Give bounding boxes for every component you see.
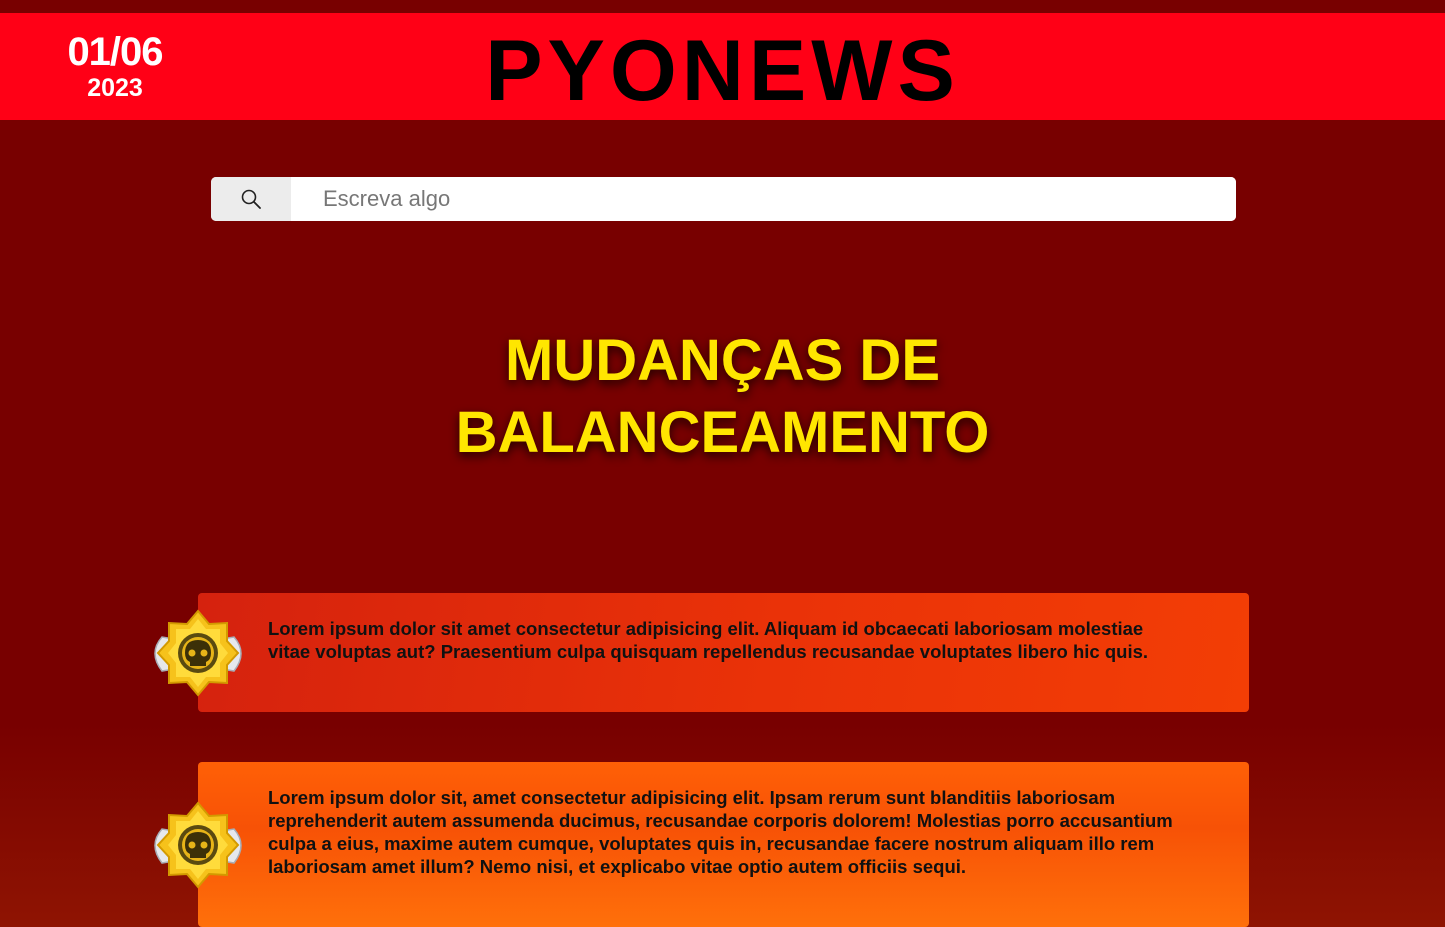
search-button[interactable] bbox=[211, 177, 291, 221]
star-badge-skull-icon bbox=[154, 801, 242, 889]
search-icon bbox=[241, 189, 261, 209]
title-line-1: MUDANÇAS DE bbox=[505, 328, 940, 393]
star-badge-skull-icon bbox=[154, 609, 242, 697]
news-card[interactable]: Lorem ipsum dolor sit amet consectetur a… bbox=[198, 593, 1249, 712]
search-input[interactable] bbox=[291, 177, 1236, 221]
news-card[interactable]: Lorem ipsum dolor sit, amet consectetur … bbox=[198, 762, 1249, 927]
search-bar bbox=[211, 177, 1236, 221]
news-text: Lorem ipsum dolor sit, amet consectetur … bbox=[268, 787, 1173, 877]
site-logo[interactable]: PYONEWS bbox=[0, 21, 1445, 121]
news-text: Lorem ipsum dolor sit amet consectetur a… bbox=[268, 618, 1149, 662]
title-line-2: BALANCEAMENTO bbox=[455, 400, 990, 465]
top-bar: 01/06 2023 PYONEWS bbox=[0, 13, 1445, 120]
page-title: MUDANÇAS DE BALANCEAMENTO bbox=[0, 325, 1445, 469]
